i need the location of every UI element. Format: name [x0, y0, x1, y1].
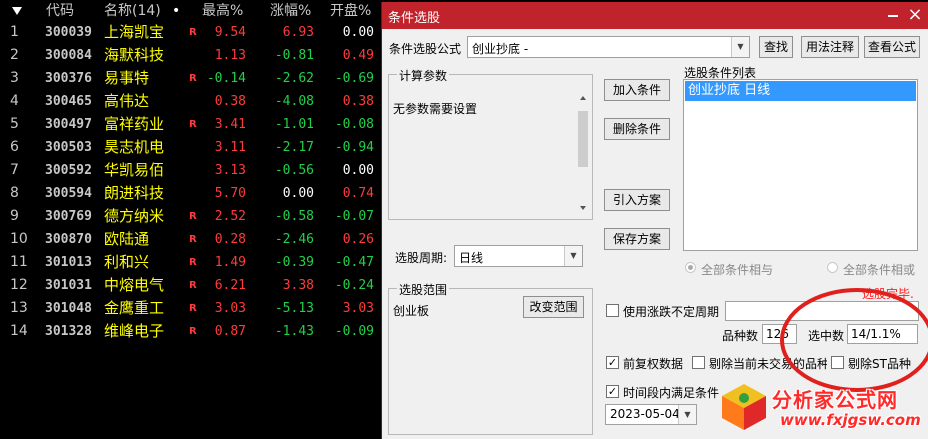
watermark-url: www.fxjgsw.com — [780, 411, 921, 429]
watermark-text: 分析家公式网 — [772, 388, 898, 412]
annotation-circle — [780, 288, 928, 392]
watermark-logo-icon — [722, 384, 766, 430]
watermark: 分析家公式网 www.fxjgsw.com — [716, 382, 922, 434]
